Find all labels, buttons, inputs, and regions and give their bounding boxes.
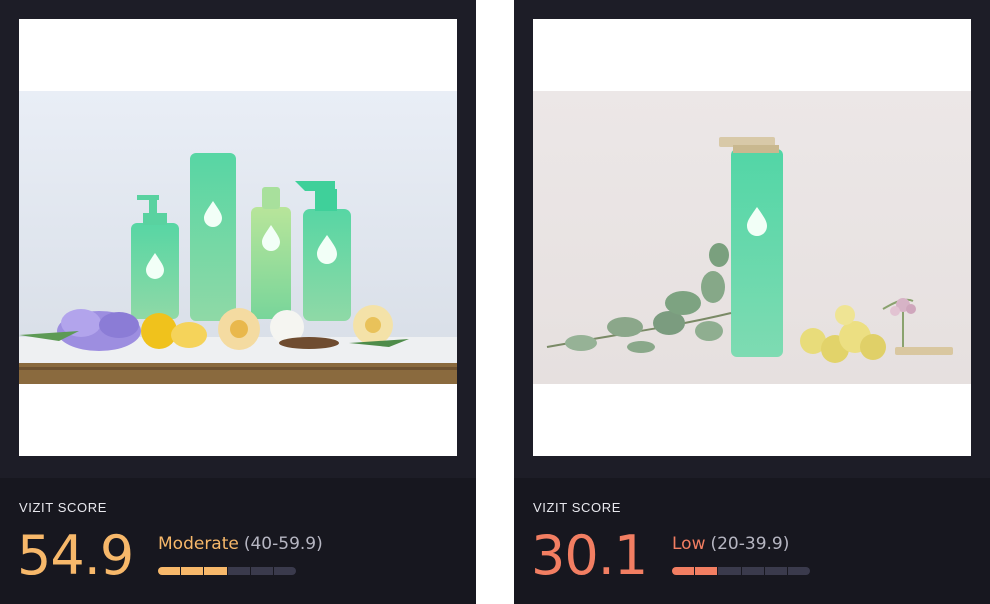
product-photo <box>19 91 457 384</box>
rating-range: (40-59.9) <box>243 534 323 554</box>
meter-segment <box>672 567 695 575</box>
meter-segment <box>181 567 204 575</box>
score-label: VIZIT SCORE <box>533 500 621 515</box>
meter-segment <box>273 567 296 575</box>
score-label: VIZIT SCORE <box>19 500 107 515</box>
score-meter <box>672 567 810 575</box>
score-panel: VIZIT SCORE 30.1 Low (20-39.9) <box>514 478 990 604</box>
meter-segment <box>158 567 181 575</box>
rating-range: (20-39.9) <box>710 534 790 554</box>
product-photo <box>533 91 971 384</box>
rating-label: Low <box>672 534 706 554</box>
score-meter <box>158 567 296 575</box>
meter-segment <box>787 567 810 575</box>
score-card-1[interactable]: VIZIT SCORE 54.9 Moderate (40-59.9) <box>0 0 476 604</box>
score-card-2[interactable]: VIZIT SCORE 30.1 Low (20-39.9) <box>514 0 990 604</box>
meter-segment <box>764 567 787 575</box>
score-rating: Moderate (40-59.9) <box>158 534 323 554</box>
score-rating: Low (20-39.9) <box>672 534 789 554</box>
meter-segment <box>250 567 273 575</box>
meter-segment <box>204 567 227 575</box>
score-value: 54.9 <box>17 524 134 587</box>
score-value: 30.1 <box>531 524 648 587</box>
meter-segment <box>227 567 250 575</box>
meter-segment <box>718 567 741 575</box>
rating-label: Moderate <box>158 534 239 554</box>
product-image[interactable] <box>533 19 971 456</box>
product-image[interactable] <box>19 19 457 456</box>
meter-segment <box>741 567 764 575</box>
score-panel: VIZIT SCORE 54.9 Moderate (40-59.9) <box>0 478 476 604</box>
meter-segment <box>695 567 718 575</box>
